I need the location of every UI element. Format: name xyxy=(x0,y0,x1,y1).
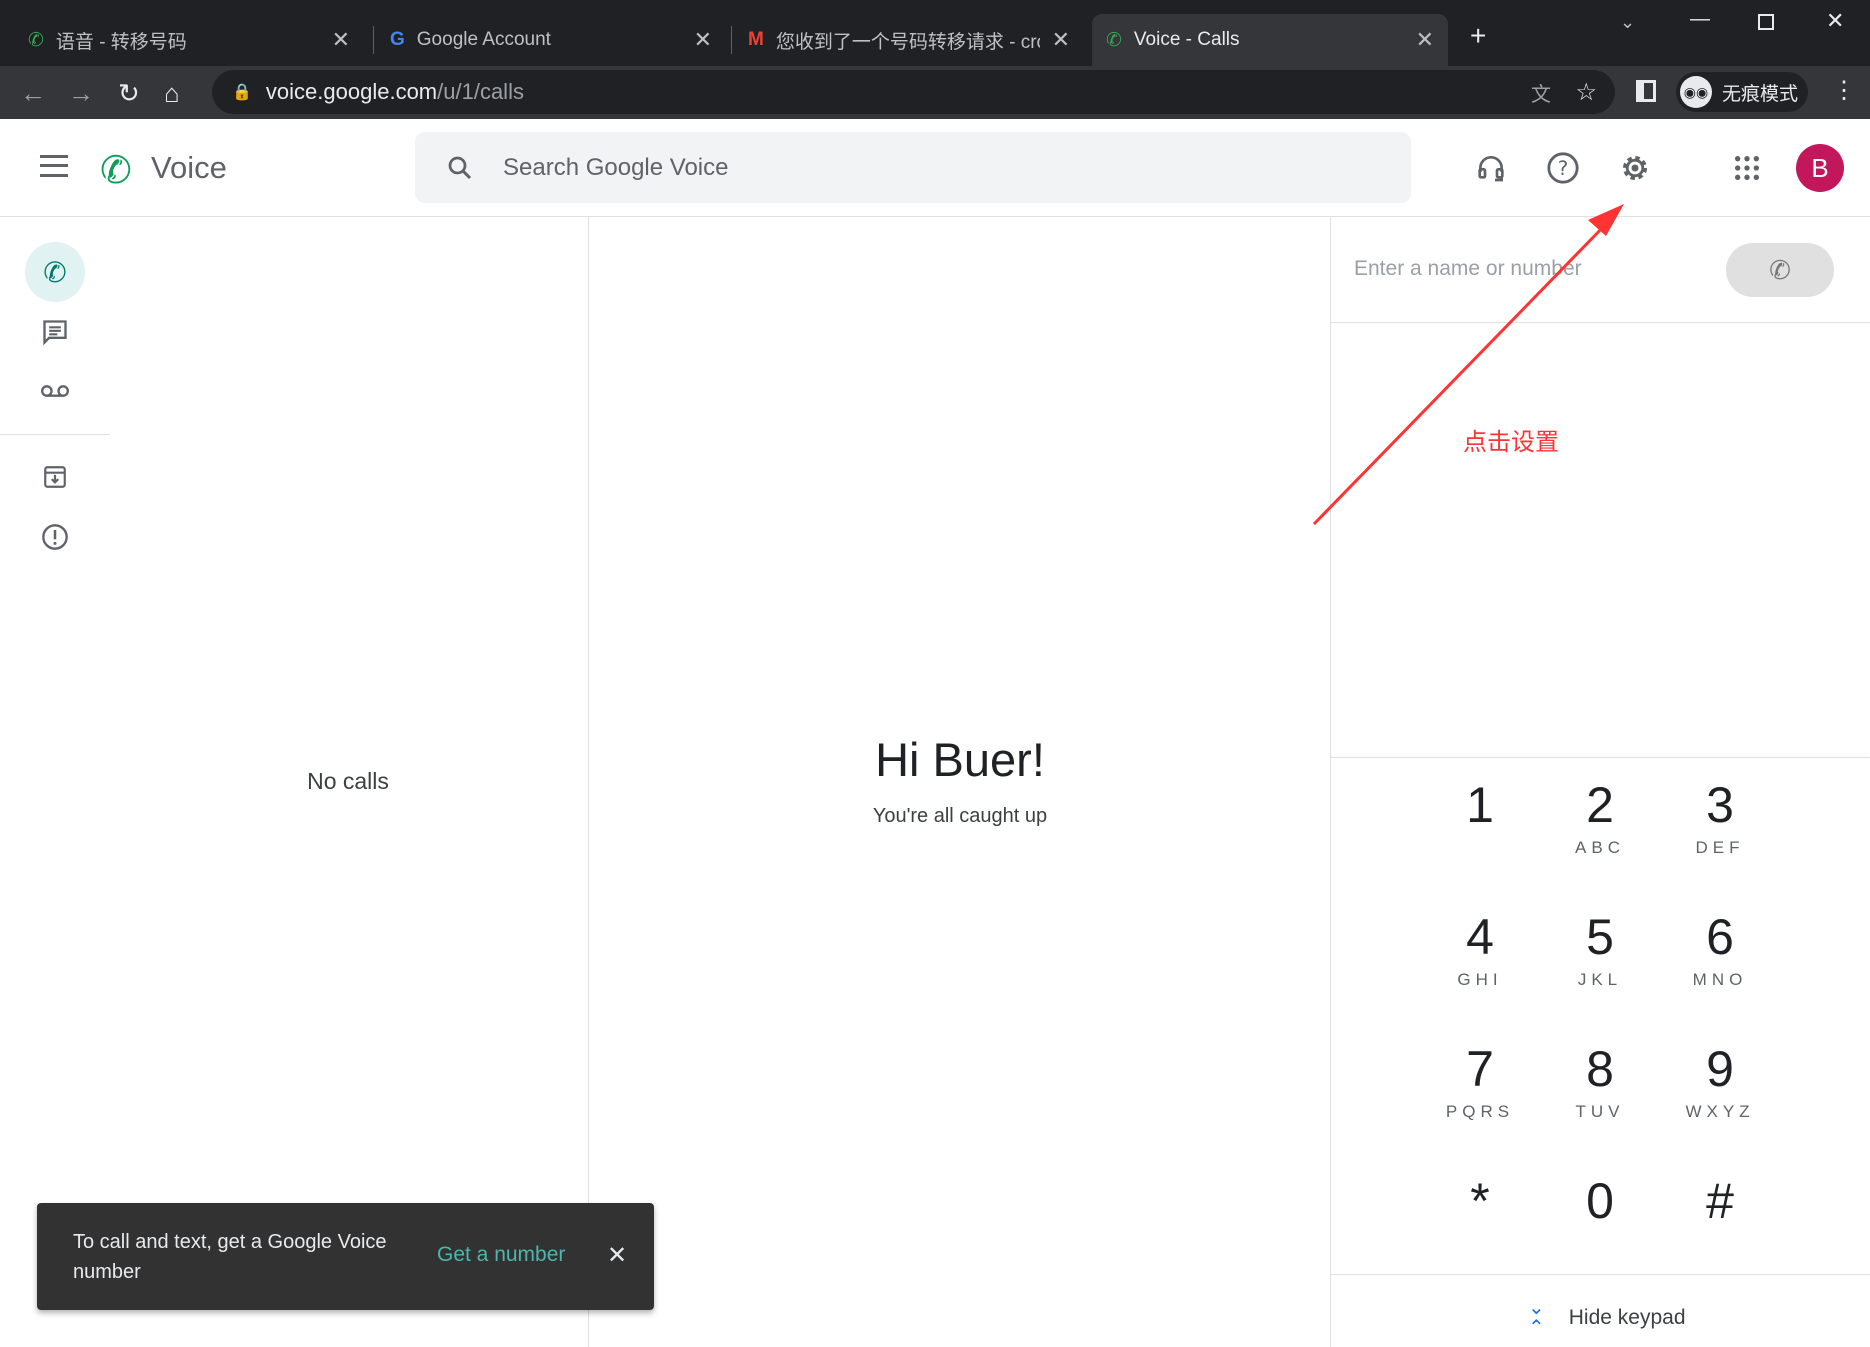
dial-key-digit: 7 xyxy=(1466,1041,1494,1097)
dial-key-digit: 5 xyxy=(1586,909,1614,965)
tab-voice-calls[interactable]: ✆ Voice - Calls ✕ xyxy=(1092,14,1448,66)
close-tab-icon[interactable]: ✕ xyxy=(332,27,350,53)
get-number-button[interactable]: Get a number xyxy=(437,1243,565,1267)
dial-key[interactable]: 8 TUV xyxy=(1550,1040,1650,1122)
app-title: Voice xyxy=(151,150,227,185)
google-voice-icon: ✆ xyxy=(28,29,44,51)
dial-key-letters: JKL xyxy=(1577,970,1623,989)
translate-icon[interactable]: 文 xyxy=(1531,78,1551,107)
gmail-icon: M xyxy=(748,29,764,50)
close-window-button[interactable]: ✕ xyxy=(1826,8,1844,34)
dial-key[interactable]: # xyxy=(1670,1172,1770,1234)
tab-search-button[interactable]: ⌄ xyxy=(1620,12,1635,33)
dial-key-digit: # xyxy=(1706,1173,1734,1229)
dial-input[interactable]: Enter a name or number xyxy=(1354,257,1582,281)
close-tab-icon[interactable]: ✕ xyxy=(694,27,712,53)
voice-logo-icon: ✆ xyxy=(100,150,132,192)
hide-keypad-button[interactable]: ⌄ ⌃ Hide keypad xyxy=(1528,1298,1686,1338)
lock-icon: 🔒 xyxy=(232,84,252,101)
no-calls-text: No calls xyxy=(307,768,389,794)
help-icon[interactable]: ? xyxy=(1543,148,1583,188)
nav-voicemail-icon[interactable] xyxy=(35,371,75,411)
settings-gear-icon[interactable] xyxy=(1615,148,1655,188)
dial-key-letters: MNO xyxy=(1692,970,1748,989)
bookmark-star-icon[interactable]: ☆ xyxy=(1575,78,1597,107)
forward-button[interactable]: → xyxy=(68,78,94,109)
reload-button[interactable]: ↻ xyxy=(118,78,140,109)
dial-key[interactable]: 6 MNO xyxy=(1670,908,1770,990)
snackbar-close-icon[interactable]: ✕ xyxy=(607,1241,627,1270)
greeting-subtitle: You're all caught up xyxy=(872,805,1048,827)
dial-key-digit: * xyxy=(1470,1173,1490,1229)
dial-key-digit: 2 xyxy=(1586,777,1614,833)
dial-key[interactable]: 0 xyxy=(1550,1172,1650,1234)
dial-key-letters: PQRS xyxy=(1445,1102,1515,1121)
incognito-icon: ◉◉ xyxy=(1680,76,1712,108)
annotation-text: 点击设置 xyxy=(1463,429,1559,456)
collapse-chevron-icon: ⌄ ⌃ xyxy=(1528,1297,1545,1339)
dial-key-letters: WXYZ xyxy=(1685,1102,1755,1121)
dial-key-letters: GHI xyxy=(1457,970,1503,989)
browser-menu-icon[interactable]: ⋮ xyxy=(1832,76,1856,105)
close-tab-icon[interactable]: ✕ xyxy=(1052,27,1070,53)
nav-calls-phone-icon[interactable]: ✆ xyxy=(25,242,85,302)
dial-key-digit: 8 xyxy=(1586,1041,1614,1097)
tab-voice-transfer[interactable]: ✆ 语音 - 转移号码 ✕ xyxy=(14,14,364,66)
tab-strip: ✆ 语音 - 转移号码 ✕ G Google Account ✕ M 您收到了一个号码转移… xyxy=(0,0,1870,66)
search-icon xyxy=(448,156,472,179)
incognito-badge[interactable]: ◉◉ 无痕模式 xyxy=(1676,72,1808,112)
call-button-phone-icon[interactable]: ✆ xyxy=(1726,243,1834,297)
dial-key-digit: 3 xyxy=(1706,777,1734,833)
nav-divider xyxy=(0,434,110,435)
minimize-button[interactable]: — xyxy=(1690,8,1710,31)
tab-google-account[interactable]: G Google Account ✕ xyxy=(376,14,726,66)
tab-gmail[interactable]: M 您收到了一个号码转移请求 - cro ✕ xyxy=(734,14,1084,66)
google-voice-icon: ✆ xyxy=(1106,29,1122,51)
home-button[interactable]: ⌂ xyxy=(164,78,180,109)
google-g-icon: G xyxy=(390,29,405,50)
svg-text:?: ? xyxy=(1558,157,1569,180)
dial-key[interactable]: 1 xyxy=(1430,776,1530,838)
dial-key-letters: DEF xyxy=(1695,838,1745,857)
dial-key-letters: ABC xyxy=(1575,838,1625,857)
dial-key-letters: TUV xyxy=(1575,1102,1625,1121)
dial-key[interactable]: * xyxy=(1430,1172,1530,1234)
new-tab-button[interactable]: + xyxy=(1470,20,1486,52)
hamburger-menu-icon[interactable] xyxy=(40,155,68,177)
dial-key-digit: 9 xyxy=(1706,1041,1734,1097)
dial-key[interactable]: 3 DEF xyxy=(1670,776,1770,858)
avatar[interactable]: B xyxy=(1796,144,1844,192)
nav-archive-icon[interactable] xyxy=(35,457,75,497)
close-tab-icon[interactable]: ✕ xyxy=(1416,27,1434,53)
dial-key[interactable]: 7 PQRS xyxy=(1430,1040,1530,1122)
dial-key[interactable]: 2 ABC xyxy=(1550,776,1650,858)
apps-grid-icon[interactable] xyxy=(1727,148,1767,188)
dial-key-digit: 6 xyxy=(1706,909,1734,965)
snackbar: To call and text, get a Google Voice num… xyxy=(37,1203,654,1310)
side-panel-icon[interactable] xyxy=(1636,80,1656,102)
dial-key[interactable]: 9 WXYZ xyxy=(1670,1040,1770,1122)
maximize-button[interactable] xyxy=(1758,14,1774,30)
dial-key-digit: 1 xyxy=(1466,777,1494,833)
nav-spam-icon[interactable] xyxy=(35,517,75,557)
greeting-heading: Hi Buer! xyxy=(875,733,1045,786)
headset-icon[interactable] xyxy=(1471,148,1511,188)
search-input[interactable]: Search Google Voice xyxy=(415,132,1411,203)
dial-key[interactable]: 5 JKL xyxy=(1550,908,1650,990)
dial-key-digit: 4 xyxy=(1466,909,1494,965)
dial-key[interactable]: 4 GHI xyxy=(1430,908,1530,990)
nav-messages-icon[interactable] xyxy=(35,312,75,352)
address-bar[interactable]: 🔒 voice.google.com/u/1/calls 文 ☆ xyxy=(212,70,1615,114)
dial-key-digit: 0 xyxy=(1586,1173,1614,1229)
snackbar-text: To call and text, get a Google Voice num… xyxy=(73,1231,387,1283)
back-button[interactable]: ← xyxy=(20,78,46,109)
